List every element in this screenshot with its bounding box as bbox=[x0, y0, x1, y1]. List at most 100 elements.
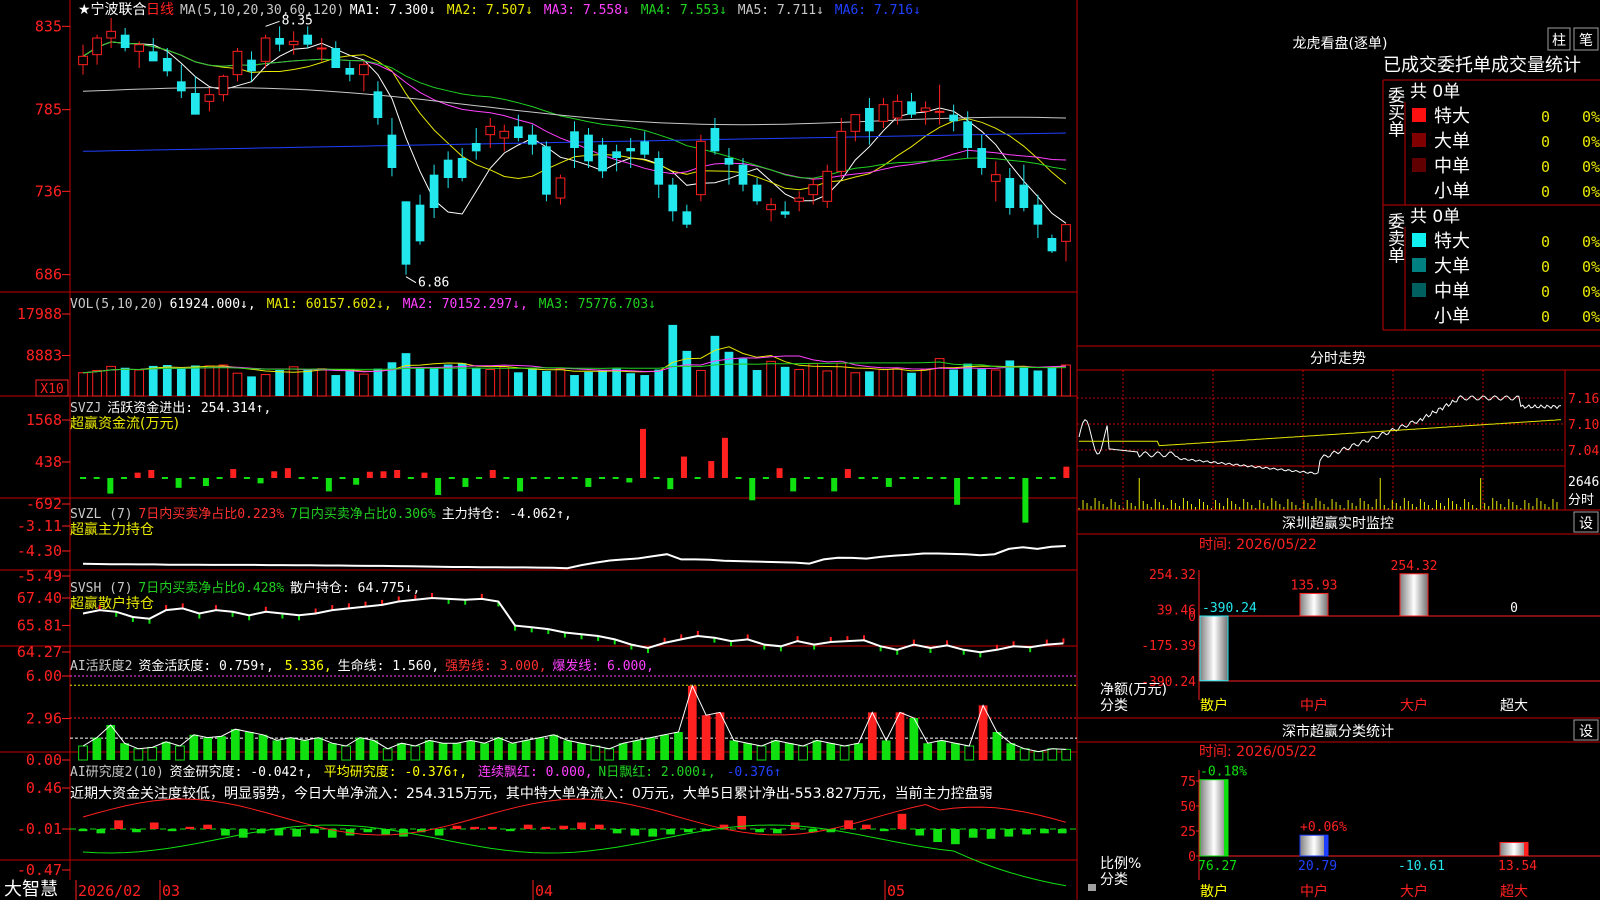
ai1-bar-37 bbox=[590, 745, 601, 761]
svzj-bar-11 bbox=[230, 469, 237, 478]
ai1-bar-42 bbox=[660, 734, 669, 760]
lhb-buy-count-1: 0 bbox=[1541, 133, 1550, 151]
monitor-bar-0 bbox=[1199, 615, 1229, 682]
candle-body-42 bbox=[668, 184, 678, 212]
lhb-table-title: 已成交委托单成交量统计 bbox=[1383, 55, 1581, 76]
svzj-bar-28 bbox=[462, 478, 469, 487]
ai2-bar-6 bbox=[185, 826, 195, 829]
classify-settings-label: 设 bbox=[1579, 724, 1593, 740]
logo: 大智慧 bbox=[4, 879, 58, 900]
vol-bar-16 bbox=[303, 369, 313, 396]
classify-ytick-0: 75 bbox=[1180, 775, 1196, 790]
vol-ytick-0: 17988 bbox=[17, 305, 62, 323]
ai1-ytick-1: 2.96 bbox=[26, 710, 62, 728]
legend-vol-0: VOL(5,10,20) bbox=[70, 297, 164, 312]
candle-body-21 bbox=[373, 91, 383, 118]
legend-main-6: MA6: 7.716↓ bbox=[835, 3, 921, 18]
ai2-bar-34 bbox=[683, 829, 693, 833]
lhb-buy-name-0: 特大 bbox=[1434, 106, 1470, 127]
vol-bar-3 bbox=[120, 367, 130, 396]
candle-body-4 bbox=[134, 44, 145, 52]
ai1-ytick-2: 0.00 bbox=[26, 751, 62, 769]
intraday-vol-value: 2646 bbox=[1568, 475, 1599, 490]
candle-body-62 bbox=[949, 114, 958, 122]
ai1-bar-11 bbox=[230, 729, 240, 760]
lhb-sell-count-0: 0 bbox=[1541, 233, 1550, 251]
ai1-bar-18 bbox=[327, 743, 337, 760]
ai1-bar-29 bbox=[480, 743, 489, 760]
ai2-bar-5 bbox=[167, 829, 177, 832]
classify-bar-3 bbox=[1499, 841, 1529, 857]
ai2-bar-21 bbox=[452, 825, 462, 829]
classify-change-0: -0.18% bbox=[1200, 765, 1247, 780]
legend-ai1-3: 生命线: 1.560, bbox=[338, 658, 440, 674]
ai2-bar-2 bbox=[114, 820, 123, 829]
xaxis-label-0: 2026/02 bbox=[78, 882, 141, 900]
candle-body-37 bbox=[598, 144, 607, 172]
candle-body-56 bbox=[865, 108, 874, 132]
lhb-buy-swatch-0 bbox=[1412, 108, 1426, 122]
candle-body-65 bbox=[990, 174, 1001, 182]
svzj-bar-33 bbox=[530, 477, 537, 479]
intraday-price-2: 7.04 bbox=[1568, 444, 1599, 459]
legend-svzl-3: 主力持仓: -4.062↑, bbox=[442, 507, 572, 522]
candle-body-40 bbox=[640, 141, 650, 155]
lhb-title: 龙虎看盘(逐单) bbox=[1293, 35, 1388, 52]
vol-bar-34 bbox=[555, 368, 566, 397]
vol-bar-29 bbox=[485, 369, 496, 397]
candle-body-50 bbox=[780, 211, 790, 215]
svsh-ytick-0: 67.40 bbox=[17, 589, 62, 607]
candle-body-61 bbox=[934, 110, 945, 113]
svzj-bar-13 bbox=[257, 478, 264, 484]
ai2-bar-52 bbox=[1004, 829, 1014, 837]
ai1-bar-24 bbox=[410, 745, 421, 761]
legend-main-1: MA1: 7.300↓ bbox=[350, 3, 436, 18]
candle-body-13 bbox=[260, 37, 271, 62]
vol-bar-15 bbox=[288, 366, 299, 397]
svzj-ytick-2: -692 bbox=[26, 495, 62, 513]
candle-body-33 bbox=[542, 146, 551, 195]
ai2-bar-0 bbox=[78, 829, 88, 832]
candle-body-29 bbox=[485, 125, 496, 136]
legend-main-2: MA2: 7.507↓ bbox=[447, 3, 533, 18]
svzj-bar-7 bbox=[175, 478, 182, 488]
svsh-ytick-2: 64.27 bbox=[17, 643, 62, 661]
candle-body-6 bbox=[162, 58, 172, 72]
xaxis-label-3: 05 bbox=[887, 882, 905, 900]
ai1-bar-3 bbox=[120, 743, 129, 760]
lhb-buy-total: 共 0单 bbox=[1410, 82, 1460, 102]
lhb-sell-count-1: 0 bbox=[1541, 258, 1550, 276]
ai1-bar-0 bbox=[78, 745, 88, 761]
ai1-bar-22 bbox=[382, 748, 393, 761]
lhb-sell-pct-3: 0% bbox=[1582, 308, 1600, 326]
ai2-bar-13 bbox=[310, 829, 319, 834]
lhb-sell-pct-0: 0% bbox=[1582, 233, 1600, 251]
svzj-bar-23 bbox=[394, 469, 401, 478]
ai1-bar-70 bbox=[1047, 748, 1058, 761]
svzj-bar-3 bbox=[120, 477, 127, 479]
ai1-bar-48 bbox=[743, 743, 753, 760]
vol-bar-7 bbox=[176, 368, 186, 396]
candle-body-47 bbox=[738, 164, 748, 185]
svzj-bar-31 bbox=[503, 477, 510, 479]
candle-body-27 bbox=[457, 158, 467, 178]
legend-ai2-4: N日飘红: 2.000↓, bbox=[598, 764, 715, 780]
svzj-bar-51 bbox=[776, 468, 783, 478]
stock-chart[interactable]: 835 785 736 686 ★宁波联合 日线 MA(5,10,20,30,60,120)… bbox=[0, 0, 1600, 900]
main-ytick-3: 686 bbox=[35, 266, 62, 284]
vol-bar-48 bbox=[752, 370, 762, 396]
candle-body-59 bbox=[907, 101, 916, 115]
svzj-subtitle: 超赢资金流(万元) bbox=[70, 415, 179, 432]
intraday-price-1: 7.10 bbox=[1568, 418, 1599, 433]
ai1-bar-40 bbox=[632, 740, 642, 760]
ai1-bar-35 bbox=[563, 740, 573, 760]
vol-bar-12 bbox=[247, 376, 256, 396]
ai1-bar-71 bbox=[1061, 748, 1072, 761]
svzj-bar-27 bbox=[448, 477, 455, 479]
svzj-bar-40 bbox=[626, 478, 633, 483]
svzj-bar-41 bbox=[639, 428, 646, 478]
candle-body-12 bbox=[247, 59, 256, 72]
classify-title: 深市超赢分类统计 bbox=[1282, 723, 1394, 740]
candle-body-14 bbox=[275, 38, 284, 45]
svzj-bar-53 bbox=[803, 477, 810, 479]
